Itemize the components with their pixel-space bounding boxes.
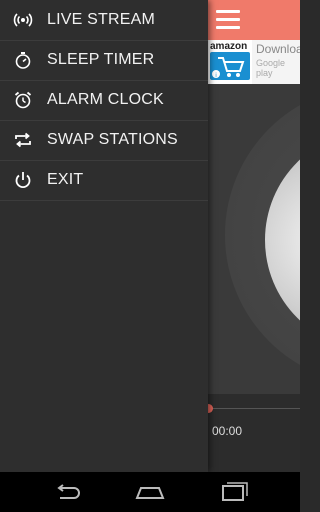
- stopwatch-icon: [13, 50, 33, 70]
- elapsed-time: 00:00: [212, 424, 243, 438]
- menu-item-alarm-clock[interactable]: ALARM CLOCK: [0, 80, 208, 121]
- seek-track[interactable]: [208, 408, 300, 409]
- menu-item-live-stream[interactable]: LIVE STREAM: [0, 0, 208, 41]
- ad-brand: amazon: [210, 41, 248, 52]
- ad-cta[interactable]: Download: [256, 42, 300, 56]
- recent-apps-icon[interactable]: [219, 480, 249, 504]
- menu-item-label: LIVE STREAM: [47, 11, 156, 28]
- menu-item-swap-stations[interactable]: SWAP STATIONS: [0, 120, 208, 161]
- swap-icon: [13, 130, 33, 150]
- menu-item-label: SWAP STATIONS: [47, 131, 178, 148]
- cart-icon: i: [210, 52, 250, 80]
- broadcast-icon: [13, 10, 33, 30]
- navigation-drawer: LIVE STREAM SLEEP TIMER ALARM CLOCK SWAP…: [0, 0, 208, 472]
- alarm-clock-icon: [13, 90, 33, 110]
- menu-item-exit[interactable]: EXIT: [0, 160, 208, 201]
- ad-store-badge: Google play: [256, 58, 286, 78]
- power-icon: [13, 170, 33, 190]
- menu-item-label: ALARM CLOCK: [47, 91, 164, 108]
- back-icon[interactable]: [52, 480, 82, 504]
- menu-item-sleep-timer[interactable]: SLEEP TIMER: [0, 40, 208, 81]
- menu-item-label: EXIT: [47, 171, 84, 188]
- home-icon[interactable]: [135, 480, 165, 504]
- svg-text:i: i: [215, 73, 216, 79]
- menu-item-label: SLEEP TIMER: [47, 51, 155, 68]
- system-nav-bar: [0, 472, 300, 512]
- menu-hamburger-icon[interactable]: [216, 9, 240, 29]
